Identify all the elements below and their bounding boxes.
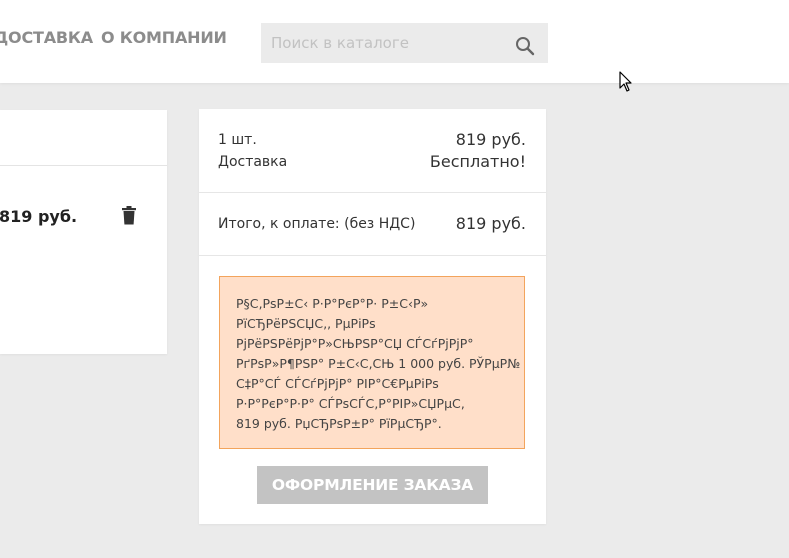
minimum-order-notice: Р§С‚РѕР±С‹ Р·Р°РєР°Р· Р±С‹Р» РїСЂРёРЅСЏС…: [219, 276, 525, 449]
cart-items-panel: 819 руб.: [0, 110, 167, 354]
delivery-label: Доставка: [218, 154, 288, 170]
notice-line: Р·Р°РєР°Р·Р° СЃРѕСЃС‚Р°РІР»СЏРµС‚: [236, 396, 465, 411]
quantity-label: 1 шт.: [218, 132, 257, 148]
divider: [199, 192, 546, 193]
notice-line: РґРѕР»Р¶РЅР° Р±С‹С‚СЊ 1 000 руб. РЎРµР№: [236, 356, 521, 371]
site-header: ДОСТАВКА О КОМПАНИИ: [0, 0, 789, 83]
notice-line: РїСЂРёРЅСЏС‚, РµРіРѕ: [236, 316, 376, 331]
checkout-button[interactable]: ОФОРМЛЕНИЕ ЗАКАЗА: [257, 466, 488, 504]
trash-icon[interactable]: [121, 206, 137, 225]
divider: [199, 255, 546, 256]
total-price: 819 руб.: [455, 214, 526, 233]
divider: [0, 165, 167, 166]
search-icon[interactable]: [514, 35, 536, 57]
order-summary-panel: 1 шт. 819 руб. Доставка Бесплатно! Итого…: [199, 109, 546, 524]
search-input[interactable]: [261, 23, 501, 63]
total-label: Итого, к оплате: (без НДС): [218, 216, 416, 232]
mouse-cursor-icon: [619, 71, 633, 93]
quantity-price: 819 руб.: [455, 130, 526, 149]
nav-company-link[interactable]: О КОМПАНИИ: [101, 28, 227, 47]
notice-line: 819 руб. РџСЂРѕР±Р° РїРµСЂР°.: [236, 416, 442, 431]
notice-line: РјРёРЅРёРјР°Р»СЊРЅР°СЏ СЃСѓРјРјР°: [236, 336, 474, 351]
nav-delivery-link[interactable]: ДОСТАВКА: [0, 28, 93, 47]
notice-line: С‡Р°СЃ СЃСѓРјРјР° РІР°С€РµРіРѕ: [236, 376, 439, 391]
cart-item-price: 819 руб.: [0, 207, 78, 226]
search-box: [261, 23, 548, 63]
notice-line: Р§С‚РѕР±С‹ Р·Р°РєР°Р· Р±С‹Р»: [236, 296, 429, 311]
delivery-value: Бесплатно!: [429, 152, 526, 171]
